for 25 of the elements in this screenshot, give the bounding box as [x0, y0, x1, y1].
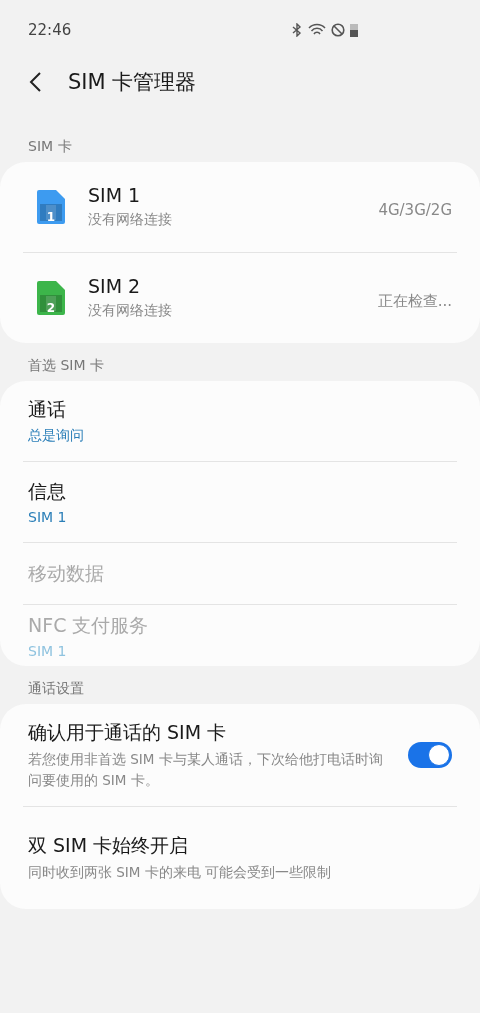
status-time: 22:46: [28, 21, 72, 39]
sim-number: 1: [45, 210, 57, 224]
preference-item[interactable]: 通话 总是询问: [0, 381, 480, 461]
network-status: 4G/3G/2G: [378, 201, 452, 219]
do-not-disturb-icon: [331, 23, 345, 37]
sim-status: 没有网络连接: [88, 210, 173, 230]
wifi-icon: [308, 23, 326, 37]
setting-title: 双 SIM 卡始终开启: [28, 833, 190, 859]
section-label: 首选 SIM 卡: [27, 356, 105, 375]
sim-name: SIM 1: [88, 184, 142, 207]
setting-description: 若您使用非首选 SIM 卡与某人通话，下次给他打电话时询问要使用的 SIM 卡。: [28, 750, 384, 790]
preference-item[interactable]: 信息 SIM 1: [0, 462, 480, 542]
network-status: 正在检查...: [377, 291, 452, 311]
toggle-switch[interactable]: [408, 742, 452, 768]
section-label: 通话设置: [27, 679, 85, 698]
sim-number: 2: [45, 301, 57, 315]
bluetooth-icon: [291, 23, 303, 37]
page-title: SIM 卡管理器: [68, 69, 197, 96]
setting-title: 确认用于通话的 SIM 卡: [28, 720, 228, 746]
back-button[interactable]: [28, 70, 44, 94]
sim-status: 没有网络连接: [88, 301, 173, 321]
setting-description: 同时收到两张 SIM 卡的来电 可能会受到一些限制: [28, 863, 333, 883]
section-label: SIM 卡: [27, 137, 73, 156]
battery-icon: [350, 23, 358, 37]
sim-name: SIM 2: [88, 275, 142, 298]
